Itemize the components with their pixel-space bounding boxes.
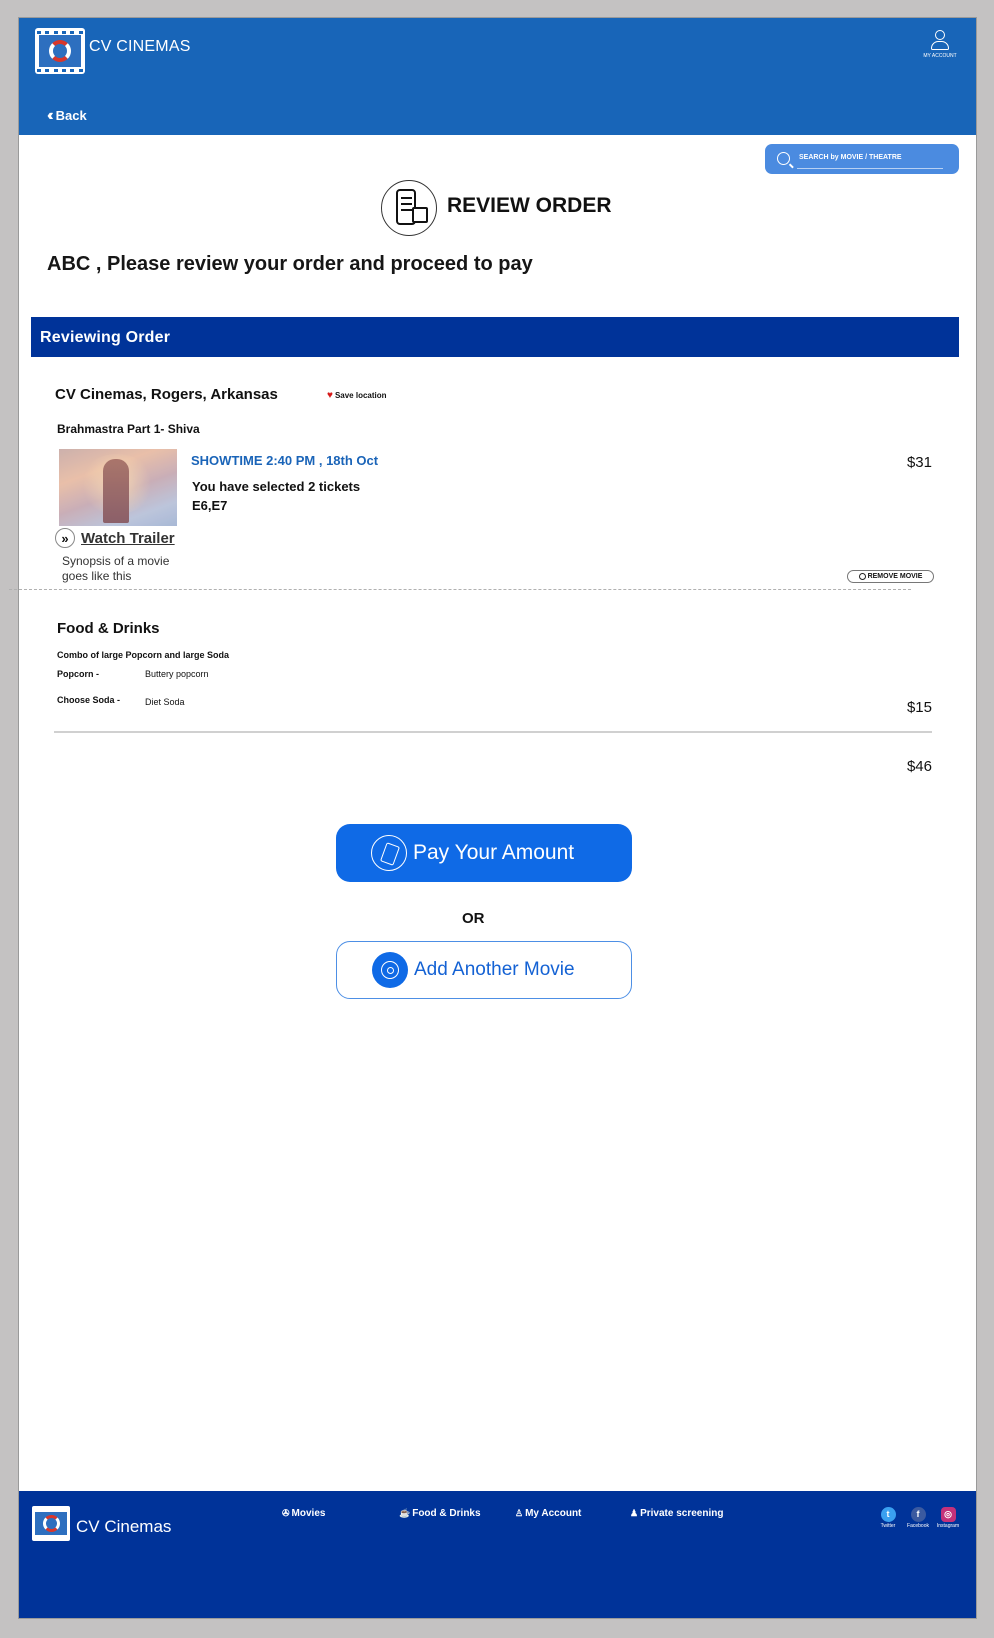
footer-nav-label: Movies — [291, 1508, 326, 1519]
footer-nav-movies[interactable]: ✇ Movies — [282, 1508, 325, 1519]
or-separator: OR — [462, 910, 485, 927]
user-icon — [935, 30, 945, 40]
back-label: Back — [55, 108, 87, 123]
payment-icon — [371, 835, 407, 871]
remove-movie-button[interactable]: REMOVE MOVIE — [847, 570, 934, 583]
movie-price: $31 — [906, 454, 932, 471]
add-another-movie-label: Add Another Movie — [414, 959, 575, 980]
footer-brand: CV Cinemas — [76, 1517, 172, 1536]
movie-synopsis: Synopsis of a movie goes like this — [62, 554, 170, 583]
film-reel-icon — [372, 952, 408, 988]
header: CV CINEMAS MY ACCOUNT ‹‹ Back — [19, 18, 976, 135]
food-price: $15 — [906, 699, 932, 716]
film-reel-icon: ✇ — [282, 1508, 290, 1518]
footer-nav-private-screening[interactable]: ♟ Private screening — [630, 1508, 723, 1519]
footer-nav-label: Private screening — [640, 1508, 724, 1519]
save-location-label: Save location — [334, 391, 387, 400]
facebook-link[interactable]: f Facebook — [906, 1507, 930, 1529]
seat-numbers: E6,E7 — [192, 498, 228, 513]
remove-movie-label: REMOVE MOVIE — [867, 573, 923, 580]
footer: CV Cinemas ✇ Movies ☕ Food & Drinks ♙ My… — [19, 1491, 976, 1618]
option-label: Popcorn - — [57, 669, 99, 679]
double-chevron-left-icon: ‹‹ — [47, 107, 53, 124]
option-label: Choose Soda - — [57, 695, 121, 705]
page-title: REVIEW ORDER — [447, 194, 612, 217]
pay-amount-button[interactable]: Pay Your Amount — [336, 824, 632, 882]
facebook-label: Facebook — [907, 1523, 929, 1529]
logo-icon[interactable] — [32, 1506, 70, 1541]
play-chevron-icon: » — [55, 528, 75, 548]
pay-amount-label: Pay Your Amount — [413, 841, 575, 864]
combo-name: Combo of large Popcorn and large Soda — [57, 650, 230, 660]
user-icon: ♙ — [515, 1508, 524, 1518]
section-header-reviewing-order: Reviewing Order — [31, 317, 959, 357]
footer-nav-food-drinks[interactable]: ☕ Food & Drinks — [399, 1508, 481, 1519]
divider — [54, 731, 932, 733]
footer-nav-my-account[interactable]: ♙ My Account — [515, 1508, 581, 1519]
theatre-name: CV Cinemas, Rogers, Arkansas — [55, 386, 278, 403]
film-reel-icon — [858, 573, 866, 580]
search-input[interactable]: SEARCH by MOVIE / THEATRE — [765, 144, 959, 174]
logo-icon[interactable] — [35, 28, 85, 74]
food-icon: ☕ — [399, 1508, 411, 1518]
showtime: SHOWTIME 2:40 PM , 18th Oct — [191, 453, 379, 468]
add-another-movie-button[interactable]: Add Another Movie — [336, 941, 632, 999]
save-location-button[interactable]: ♥ Save location — [327, 390, 387, 401]
instagram-label: Instagram — [936, 1523, 960, 1529]
footer-nav-label: My Account — [525, 1508, 582, 1519]
twitter-link[interactable]: t Twitter — [876, 1507, 900, 1529]
twitter-icon: t — [880, 1507, 896, 1522]
facebook-icon: f — [910, 1507, 926, 1522]
search-placeholder: SEARCH by MOVIE / THEATRE — [799, 154, 902, 161]
footer-nav-label: Food & Drinks — [412, 1508, 481, 1519]
movie-poster — [59, 449, 177, 526]
person-icon: ♟ — [630, 1508, 639, 1518]
order-total: $46 — [906, 758, 932, 775]
watch-trailer-link[interactable]: » Watch Trailer — [55, 528, 175, 548]
divider — [9, 589, 911, 590]
watch-trailer-label: Watch Trailer — [81, 529, 175, 547]
option-value: Diet Soda — [145, 697, 185, 707]
ticket-count: You have selected 2 tickets — [192, 479, 361, 494]
movie-title: Brahmastra Part 1- Shiva — [57, 422, 200, 436]
brand-name: CV CINEMAS — [89, 38, 191, 55]
food-drinks-title: Food & Drinks — [57, 620, 160, 637]
my-account-label: MY ACCOUNT — [923, 53, 957, 59]
my-account-button[interactable]: MY ACCOUNT — [920, 30, 960, 59]
search-icon — [777, 152, 790, 165]
back-button[interactable]: ‹‹ Back — [47, 107, 87, 124]
twitter-label: Twitter — [880, 1523, 896, 1529]
review-order-icon — [381, 180, 437, 236]
option-value: Buttery popcorn — [145, 669, 209, 679]
instagram-icon: ◎ — [940, 1507, 956, 1522]
greeting-heading: ABC , Please review your order and proce… — [47, 253, 533, 275]
instagram-link[interactable]: ◎ Instagram — [936, 1507, 960, 1529]
page-frame: CV CINEMAS MY ACCOUNT ‹‹ Back SEARCH by … — [9, 18, 976, 1618]
heart-icon: ♥ — [327, 390, 333, 401]
